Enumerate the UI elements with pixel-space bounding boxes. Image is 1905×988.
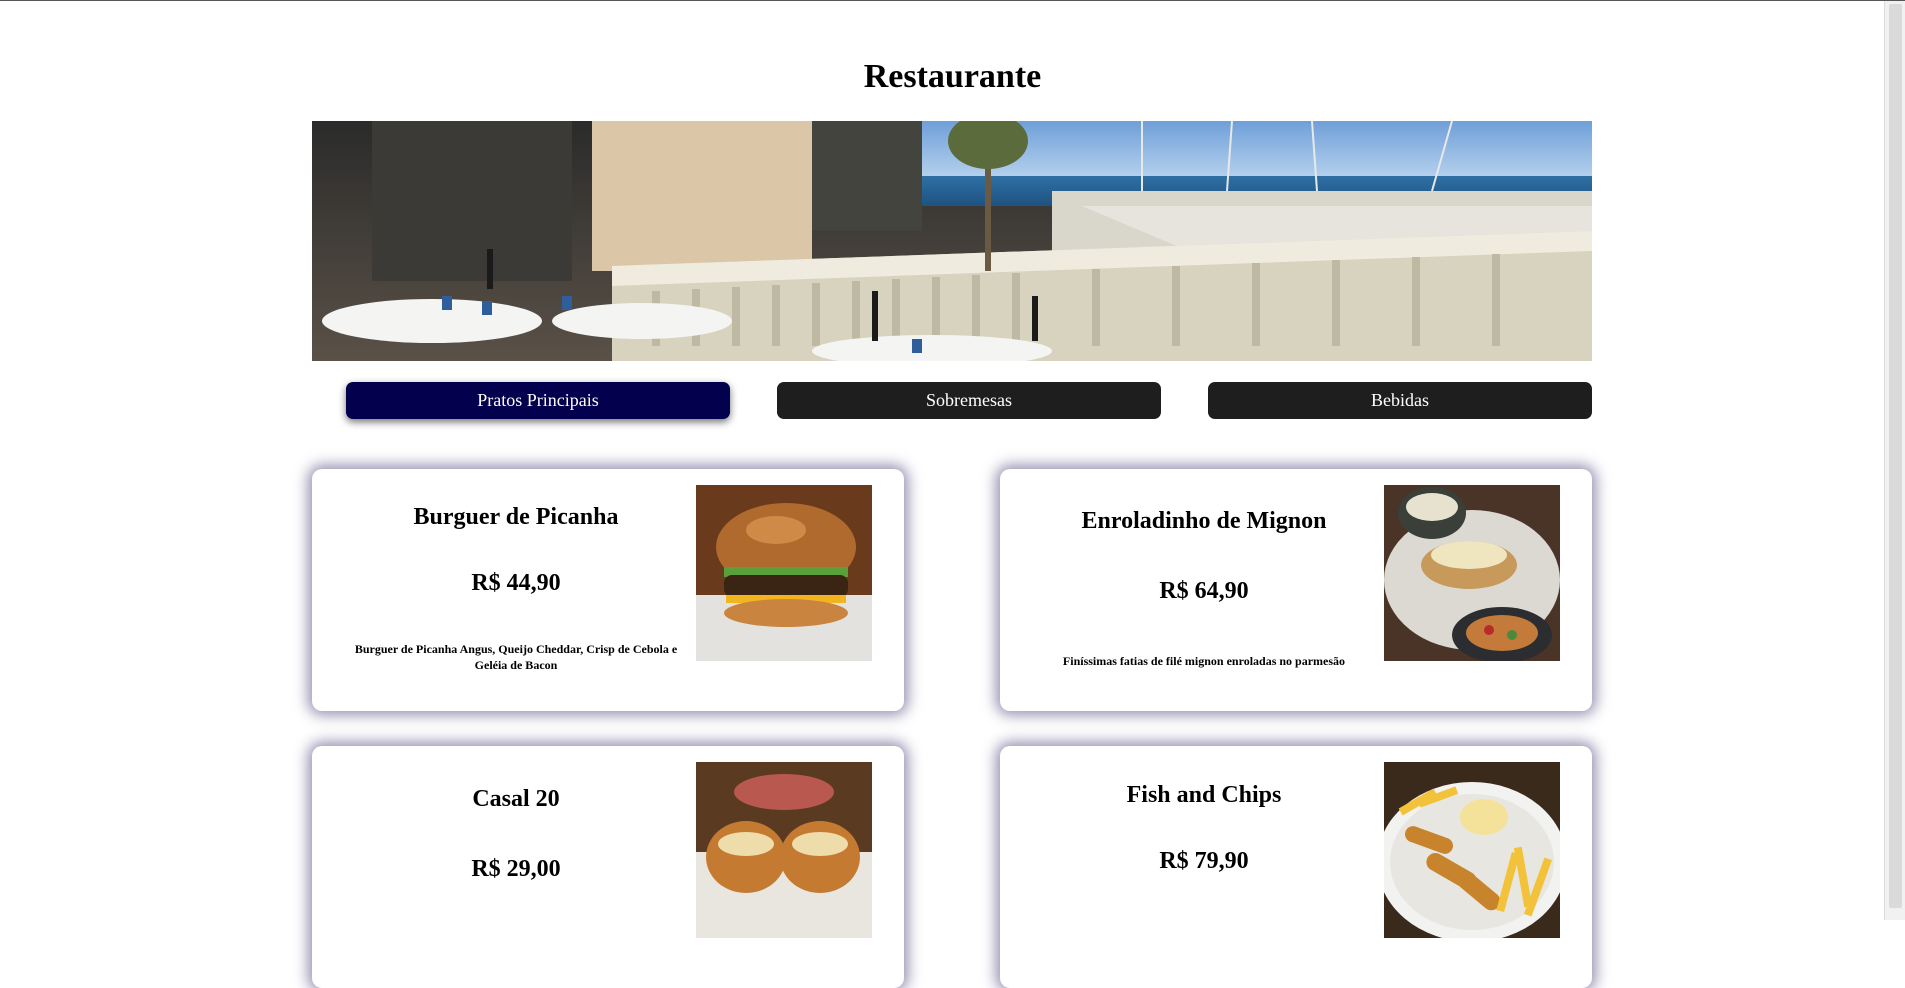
dish-name: Casal 20	[472, 786, 560, 812]
scrollbar-thumb[interactable]	[1889, 4, 1902, 908]
dish-photo-mignon	[1384, 485, 1560, 661]
dish-price: R$ 44,90	[471, 570, 561, 596]
hero-banner-image	[312, 121, 1592, 361]
dish-photo-fish-and-chips	[1384, 762, 1560, 938]
dish-description: Finíssimas fatias de filé mignon enrolad…	[1062, 654, 1346, 668]
dish-price: R$ 64,90	[1159, 578, 1249, 604]
vertical-scrollbar[interactable]	[1884, 1, 1905, 920]
tab-sobremesas[interactable]: Sobremesas	[777, 382, 1161, 419]
dish-photo-casal-20	[696, 762, 872, 938]
tab-pratos-principais[interactable]: Pratos Principais	[346, 382, 730, 419]
dish-photo-burger	[696, 485, 872, 661]
dish-description: Burguer de Picanha Angus, Queijo Cheddar…	[354, 642, 678, 672]
dish-name: Burguer de Picanha	[413, 504, 619, 530]
tab-bebidas[interactable]: Bebidas	[1208, 382, 1592, 419]
dish-name: Fish and Chips	[1126, 782, 1282, 808]
dish-price: R$ 29,00	[471, 856, 561, 882]
page-title: Restaurante	[863, 58, 1042, 95]
dish-name: Enroladinho de Mignon	[1081, 508, 1327, 534]
menu-card-fish-and-chips[interactable]: Fish and Chips R$ 79,90	[1000, 746, 1592, 988]
menu-card-enroladinho-de-mignon[interactable]: Enroladinho de Mignon R$ 64,90 Finíssima…	[1000, 469, 1592, 711]
window-top-border	[0, 0, 1905, 1]
menu-card-burguer-de-picanha[interactable]: Burguer de Picanha R$ 44,90 Burguer de P…	[312, 469, 904, 711]
dish-price: R$ 79,90	[1159, 848, 1249, 874]
menu-card-casal-20[interactable]: Casal 20 R$ 29,00	[312, 746, 904, 988]
